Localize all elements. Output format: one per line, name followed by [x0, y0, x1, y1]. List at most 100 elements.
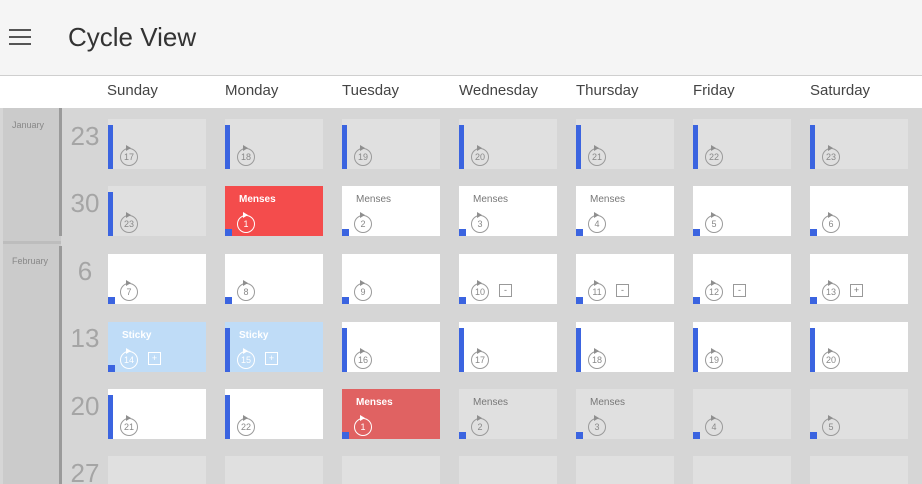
day-cell[interactable]: 18	[576, 322, 674, 372]
remove-button[interactable]: -	[499, 284, 512, 297]
cycle-bar-indicator	[108, 395, 113, 439]
day-cell[interactable]: 21	[576, 119, 674, 169]
day-cell[interactable]: 23	[108, 186, 206, 236]
hamburger-menu-icon[interactable]	[9, 29, 31, 45]
cycle-dot-indicator	[225, 297, 232, 304]
cycle-view-app: Cycle View Sunday Monday Tuesday Wednesday T…	[0, 0, 922, 484]
cycle-bar-indicator	[459, 328, 464, 372]
day-cell[interactable]: 10-	[459, 254, 557, 304]
day-cell[interactable]: 13 +	[810, 254, 908, 304]
day-cell[interactable]: 6	[810, 186, 908, 236]
cycle-bar-indicator	[810, 328, 815, 372]
day-cell[interactable]	[576, 456, 674, 484]
day-cell[interactable]	[459, 456, 557, 484]
month-label-february: February	[12, 256, 49, 266]
day-cell[interactable]: Menses 2	[459, 389, 557, 439]
cycle-day-icon: 12	[705, 280, 723, 301]
day-cell[interactable]: 23	[810, 119, 908, 169]
day-cell[interactable]: 8	[225, 254, 323, 304]
cycle-dot-indicator	[810, 432, 817, 439]
cycle-bar-indicator	[225, 395, 230, 439]
day-cell[interactable]: Menses 1	[225, 186, 323, 236]
day-cell[interactable]	[225, 456, 323, 484]
day-cell[interactable]: 22	[225, 389, 323, 439]
day-cell[interactable]: 12-	[693, 254, 791, 304]
day-cell[interactable]: 11-	[576, 254, 674, 304]
cycle-dot-indicator	[459, 229, 466, 236]
weekday-sunday: Sunday	[107, 82, 158, 99]
day-cell[interactable]: Menses 4	[576, 186, 674, 236]
day-cell[interactable]	[342, 456, 440, 484]
day-cell[interactable]: 21	[108, 389, 206, 439]
cell-label: Menses	[590, 397, 626, 408]
day-cell[interactable]: 7	[108, 254, 206, 304]
calendar-grid: January February 23 17 18 19 20 21 22 23 30 23 Men…	[0, 108, 922, 484]
cycle-bar-indicator	[576, 125, 581, 169]
cycle-dot-indicator	[342, 297, 349, 304]
weekday-monday: Monday	[225, 82, 279, 99]
add-button[interactable]: +	[850, 284, 863, 297]
cycle-day-icon: 4	[705, 415, 723, 436]
day-cell[interactable]: 5	[693, 186, 791, 236]
day-cell[interactable]: 18	[225, 119, 323, 169]
week-start-date: 23	[70, 121, 100, 151]
cell-label: Sticky	[122, 330, 152, 341]
day-cell[interactable]: 5	[810, 389, 908, 439]
cycle-bar-indicator	[108, 192, 113, 236]
month-divider	[59, 246, 62, 484]
cycle-dot-indicator	[225, 229, 232, 236]
cycle-day-icon: 10	[471, 280, 489, 301]
day-cell[interactable]: 16	[342, 322, 440, 372]
day-cell[interactable]	[693, 456, 791, 484]
day-cell[interactable]: 20	[810, 322, 908, 372]
cycle-day-icon: 14	[120, 348, 138, 369]
cell-label: Menses	[239, 194, 276, 205]
cycle-day-icon: 9	[354, 280, 372, 301]
cell-label: Menses	[473, 194, 509, 205]
day-cell[interactable]	[810, 456, 908, 484]
cycle-day-icon: 7	[120, 280, 138, 301]
cycle-day-icon: 20	[822, 348, 840, 369]
day-cell[interactable]: 19	[342, 119, 440, 169]
cycle-day-icon: 2	[354, 212, 372, 233]
day-cell[interactable]: 22	[693, 119, 791, 169]
cycle-dot-indicator	[576, 297, 583, 304]
add-button[interactable]: +	[265, 352, 278, 365]
cell-label: Sticky	[239, 330, 269, 341]
weekday-wednesday: Wednesday	[459, 82, 538, 99]
remove-button[interactable]: -	[616, 284, 629, 297]
cycle-day-icon: 18	[588, 348, 606, 369]
weekday-friday: Friday	[693, 82, 735, 99]
cycle-day-icon: 19	[354, 145, 372, 166]
cycle-day-icon: 1	[354, 415, 372, 436]
day-cell[interactable]: Sticky 15 +	[225, 322, 323, 372]
cell-label: Menses	[356, 397, 393, 408]
cycle-bar-indicator	[342, 125, 347, 169]
day-cell[interactable]: 4	[693, 389, 791, 439]
day-cell[interactable]: Menses 2	[342, 186, 440, 236]
month-sidebar	[3, 108, 61, 484]
cycle-bar-indicator	[576, 328, 581, 372]
cycle-day-icon: 23	[822, 145, 840, 166]
day-cell[interactable]	[108, 456, 206, 484]
weekday-tuesday: Tuesday	[342, 82, 399, 99]
day-cell[interactable]: Sticky 14 +	[108, 322, 206, 372]
cycle-day-icon: 8	[237, 280, 255, 301]
cell-label: Menses	[356, 194, 392, 205]
cycle-bar-indicator	[108, 125, 113, 169]
cycle-bar-indicator	[342, 328, 347, 372]
cycle-day-icon: 22	[705, 145, 723, 166]
day-cell[interactable]: Menses 1	[342, 389, 440, 439]
day-cell[interactable]: 9	[342, 254, 440, 304]
add-button[interactable]: +	[148, 352, 161, 365]
cycle-day-icon: 22	[237, 415, 255, 436]
remove-button[interactable]: -	[733, 284, 746, 297]
day-cell[interactable]: 20	[459, 119, 557, 169]
day-cell[interactable]: 17	[108, 119, 206, 169]
day-cell[interactable]: 17	[459, 322, 557, 372]
day-cell[interactable]: Menses 3	[459, 186, 557, 236]
day-cell[interactable]: 19	[693, 322, 791, 372]
cell-label: Menses	[590, 194, 626, 205]
month-separator	[3, 241, 61, 244]
day-cell[interactable]: Menses 3	[576, 389, 674, 439]
